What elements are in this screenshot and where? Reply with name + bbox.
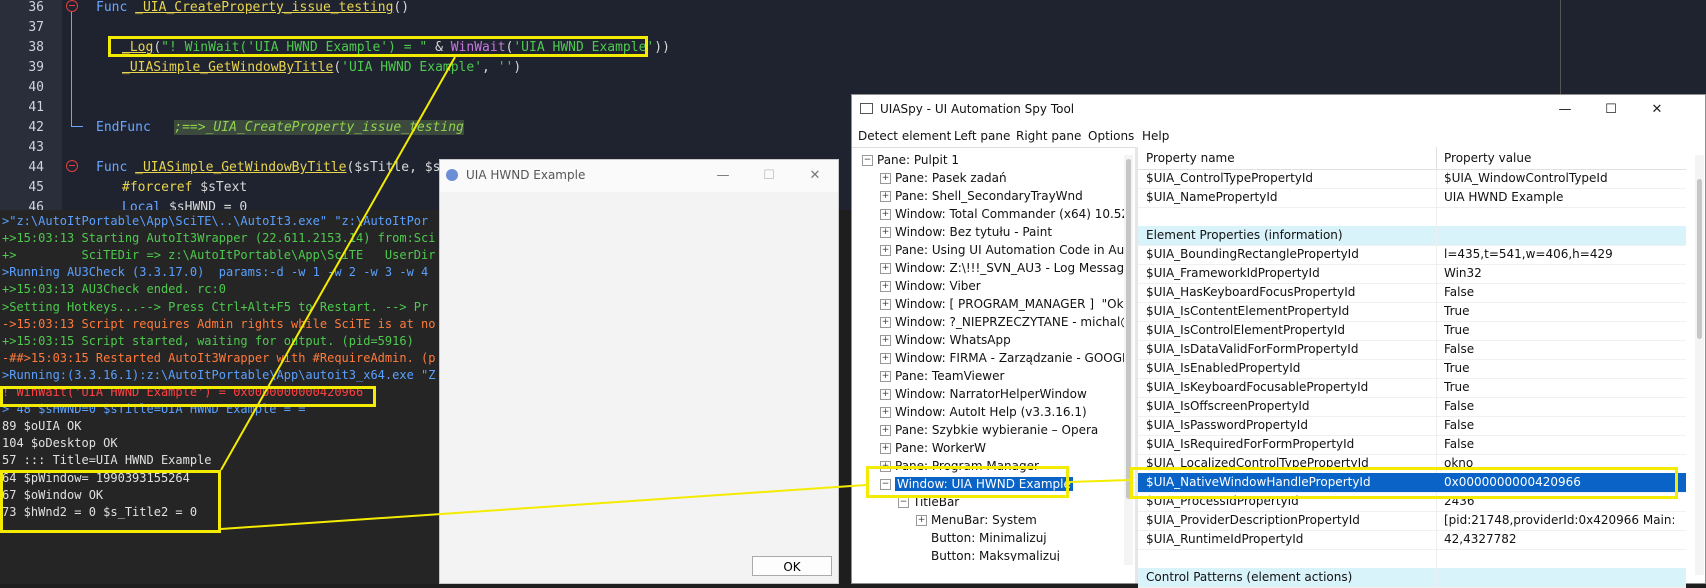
annotation-lines <box>220 56 1131 530</box>
